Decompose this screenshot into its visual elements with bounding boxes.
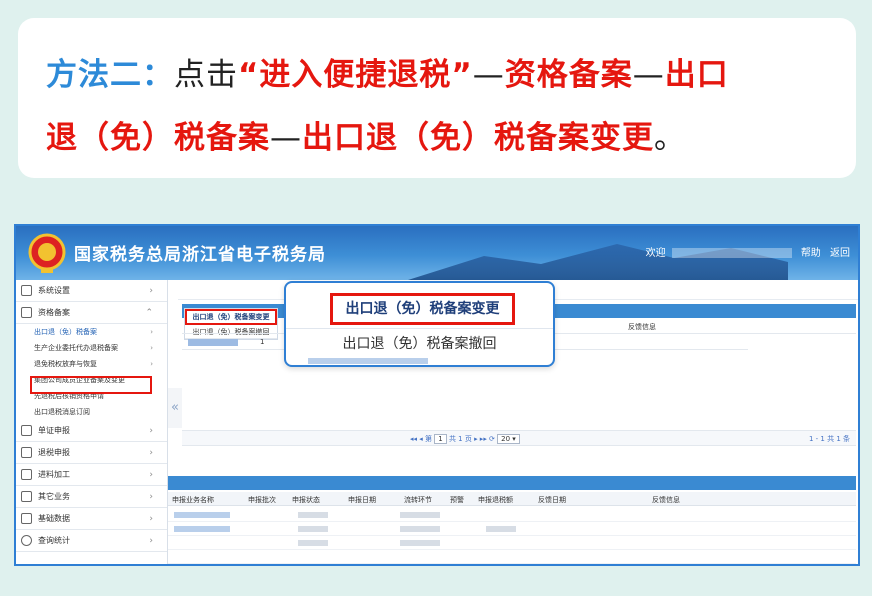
bar-chart-icon [21,513,32,524]
refund-filing: 退（免）税备案 [46,120,270,156]
popup-filing-withdraw[interactable]: 出口退（免）税备案撤回 [286,333,553,355]
col-date: 申报日期 [348,496,376,504]
site-title: 国家税务总局浙江省电子税务局 [74,245,326,265]
shield-icon [21,307,32,318]
refund-icon [21,447,32,458]
grid-toolbar [168,476,856,490]
chevron-up-icon: ⌃ [145,308,153,318]
row-number: 1 [260,338,265,346]
method-label: 方法二： [46,57,174,93]
page-size-select[interactable]: 20 ▾ [497,434,520,444]
masked-underlay [308,358,428,364]
table-row [168,508,856,522]
col-flow: 流转环节 [404,496,432,504]
process-icon [21,469,32,480]
chevron-right-icon: › [149,514,153,524]
screenshot-frame: 国家税务总局浙江省电子税务局 欢迎 帮助 返回 系统设置 › 资格备案 ⌃ 出口… [14,224,860,566]
chevron-right-icon: › [150,344,153,352]
sidebar-item-label: 查询统计 [38,536,70,545]
operation-popup-zoom: 出口退（免）税备案变更 出口退（免）税备案撤回 [284,281,555,367]
sidebar-item-other[interactable]: 其它业务 › [16,486,167,508]
sidebar-item-processing[interactable]: 进料加工 › [16,464,167,486]
help-link[interactable]: 帮助 [801,248,821,259]
period: 。 [654,120,686,156]
username-masked [671,248,792,258]
chevron-right-icon: › [150,328,153,336]
submenu-export-refund-filing[interactable]: 出口退（免）税备案 › [34,324,167,340]
chevron-right-icon: › [149,536,153,546]
tax-emblem-icon [28,233,66,273]
dash-2: — [632,57,665,93]
gear-icon [21,285,32,296]
click-word: 点击 [174,57,238,93]
col-status: 申报状态 [292,496,320,504]
sidebar-item-settings[interactable]: 系统设置 › [16,280,167,302]
instruction-card: 方法二：点击“进入便捷退税”—资格备案—出口 退（免）税备案—出口退（免）税备案… [18,18,856,178]
pager-controls: ◂◂ ◂ 第 1 共 1 页 ▸ ▸▸ ⟳ 20 ▾ [410,434,520,444]
chevron-right-icon: › [149,286,153,296]
dash-1: — [472,57,505,93]
col-feedback: 反馈信息 [652,496,680,504]
col-batch: 申报批次 [248,496,276,504]
search-icon [21,535,32,546]
instruction-line-1: 方法二：点击“进入便捷退税”—资格备案—出口 [46,44,830,107]
table-row [168,536,856,550]
qualification-submenu: 出口退（免）税备案 › 生产企业委托代办退税备案 › 退免税权放弃与恢复 › 集团公司… [16,324,167,420]
collapse-sidebar-handle[interactable]: « [168,388,182,428]
col-refund-amount: 申报退税额 [478,496,513,504]
filing-change: 出口退（免）税备案变更 [302,120,654,156]
sidebar-item-query[interactable]: 查询统计 › [16,530,167,552]
sidebar-item-label: 资格备案 [38,308,70,317]
target-entry: “进入便捷退税” [238,57,473,93]
col-warning: 预警 [450,496,464,504]
table-row [168,522,856,536]
popup-filing-change[interactable]: 出口退（免）税备案变更 [330,293,515,325]
sidebar-item-label: 单证申报 [38,426,70,435]
sidebar-item-label: 其它业务 [38,492,70,501]
sidebar-item-documents[interactable]: 单证申报 › [16,420,167,442]
user-bar: 欢迎 帮助 返回 [640,244,850,259]
chevron-right-icon: › [149,448,153,458]
sidebar-item-refund[interactable]: 退税申报 › [16,442,167,464]
sidebar-item-qualification[interactable]: 资格备案 ⌃ [16,302,167,324]
pagination: ◂◂ ◂ 第 1 共 1 页 ▸ ▸▸ ⟳ 20 ▾ 1 - 1 共 1 条 [182,430,856,446]
submenu-waive-restore[interactable]: 退免税权放弃与恢复 › [34,356,167,372]
sidebar-item-label: 退税申报 [38,448,70,457]
row-link-masked[interactable] [188,339,238,346]
back-link[interactable]: 返回 [830,248,850,259]
sidebar-item-label: 进料加工 [38,470,70,479]
site-banner: 国家税务总局浙江省电子税务局 欢迎 帮助 返回 [16,226,858,280]
chevron-right-icon: › [150,360,153,368]
col-feedback-date: 反馈日期 [538,496,566,504]
dash-3: — [270,120,302,156]
instruction-line-2: 退（免）税备案—出口退（免）税备案变更。 [46,107,830,170]
sidebar: 系统设置 › 资格备案 ⌃ 出口退（免）税备案 › 生产企业委托代办退税备案 › 退… [16,280,168,564]
calendar-icon [21,491,32,502]
doc-icon [21,425,32,436]
qualification-filing: 资格备案 [504,57,633,93]
col-business-name: 申报业务名称 [172,496,214,504]
grid-header: 申报业务名称 申报批次 申报状态 申报日期 流转环节 预警 申报退税额 反馈日期… [168,492,856,506]
table-row [168,550,856,564]
sidebar-item-basedata[interactable]: 基础数据 › [16,508,167,530]
submenu-subscribe[interactable]: 出口退税消息订阅 [34,404,167,420]
pager-summary: 1 - 1 共 1 条 [808,435,850,443]
sidebar-item-label: 基础数据 [38,514,70,523]
sidebar-item-label: 系统设置 [38,286,70,295]
page-input[interactable]: 1 [434,434,447,444]
feedback-header: 反馈信息 [628,323,656,331]
export-part: 出口 [664,57,729,93]
chevron-right-icon: › [149,492,153,502]
highlight-box-sidebar [30,376,152,394]
chevron-right-icon: › [149,470,153,480]
popup-divider [286,328,553,329]
submenu-agent-filing[interactable]: 生产企业委托代办退税备案 › [34,340,167,356]
chevron-right-icon: › [149,426,153,436]
welcome-text: 欢迎 [645,248,666,259]
